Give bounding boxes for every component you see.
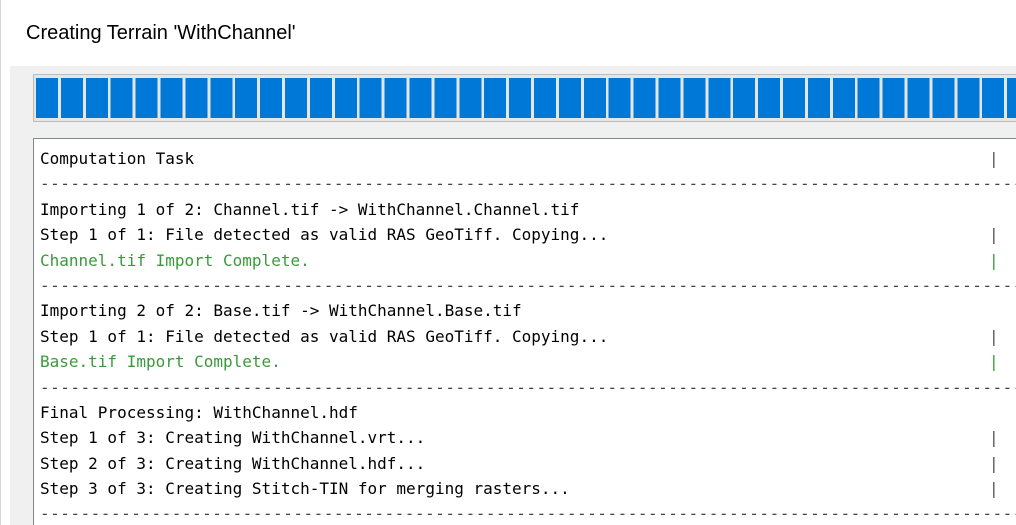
log-line-text: ----------------------------------------… bbox=[40, 377, 1016, 397]
log-line-marker: | bbox=[989, 225, 999, 245]
log-line-text: Step 1 of 1: File detected as valid RAS … bbox=[40, 326, 609, 346]
log-line: Step 2 of 3: Creating WithChannel.hdf...… bbox=[40, 451, 1016, 476]
log-line-text: Computation Task bbox=[40, 149, 195, 168]
log-line-text: Channel.tif Import Complete. bbox=[40, 250, 310, 270]
title-bar[interactable]: Creating Terrain 'WithChannel' bbox=[0, 0, 1016, 66]
log-line-text: Step 1 of 1: File detected as valid RAS … bbox=[40, 225, 609, 245]
log-line-text: Step 2 of 3: Creating WithChannel.hdf... bbox=[40, 453, 426, 473]
log-line: Step 1 of 1: File detected as valid RAS … bbox=[40, 222, 1016, 247]
window-title: Creating Terrain 'WithChannel' bbox=[26, 22, 296, 44]
log-separator: ----------------------------------------… bbox=[40, 375, 1016, 400]
log-line: Importing 2 of 2: Base.tif -> WithChanne… bbox=[40, 298, 1016, 323]
log-line-text: ----------------------------------------… bbox=[40, 174, 1016, 194]
progress-bar-fill bbox=[36, 78, 1016, 118]
log-line-marker: | bbox=[989, 428, 999, 448]
log-line-text: ----------------------------------------… bbox=[40, 504, 1016, 524]
log-line-success: Channel.tif Import Complete. | bbox=[40, 248, 1016, 273]
log-line: Importing 1 of 2: Channel.tif -> WithCha… bbox=[40, 197, 1016, 222]
log-line-text: Importing 2 of 2: Base.tif -> WithChanne… bbox=[40, 301, 522, 321]
log-line-text: Base.tif Import Complete. bbox=[40, 352, 281, 372]
progress-bar bbox=[33, 74, 1016, 122]
log-line-marker: | bbox=[989, 352, 999, 372]
terrain-creation-dialog: Creating Terrain 'WithChannel' Computati… bbox=[0, 0, 1016, 525]
log-line: Step 1 of 1: File detected as valid RAS … bbox=[40, 324, 1016, 349]
log-separator: ----------------------------------------… bbox=[40, 501, 1016, 525]
log-lines-list: Computation Task | -----------------------… bbox=[40, 146, 1016, 525]
log-line-marker: | bbox=[989, 250, 999, 270]
log-line-text: Final Processing: WithChannel.hdf bbox=[40, 402, 358, 422]
log-line-marker: | bbox=[989, 479, 999, 499]
log-line-marker: | bbox=[989, 149, 999, 168]
log-line-marker: | bbox=[989, 326, 999, 346]
log-line-success: Base.tif Import Complete. | bbox=[40, 349, 1016, 374]
log-line: Computation Task | bbox=[40, 146, 1016, 171]
log-line-text: Importing 1 of 2: Channel.tif -> WithCha… bbox=[40, 199, 580, 219]
log-separator: ----------------------------------------… bbox=[40, 171, 1016, 196]
log-separator: ----------------------------------------… bbox=[40, 273, 1016, 298]
log-line-text: Step 1 of 3: Creating WithChannel.vrt... bbox=[40, 428, 426, 448]
log-line: Step 1 of 3: Creating WithChannel.vrt...… bbox=[40, 425, 1016, 450]
log-line: Step 3 of 3: Creating Stitch-TIN for mer… bbox=[40, 476, 1016, 501]
log-line: Final Processing: WithChannel.hdf bbox=[40, 400, 1016, 425]
computation-log[interactable]: Computation Task | -----------------------… bbox=[33, 138, 1016, 525]
log-line-text: Step 3 of 3: Creating Stitch-TIN for mer… bbox=[40, 479, 570, 499]
log-line-marker: | bbox=[989, 453, 999, 473]
log-line-text: ----------------------------------------… bbox=[40, 275, 1016, 295]
